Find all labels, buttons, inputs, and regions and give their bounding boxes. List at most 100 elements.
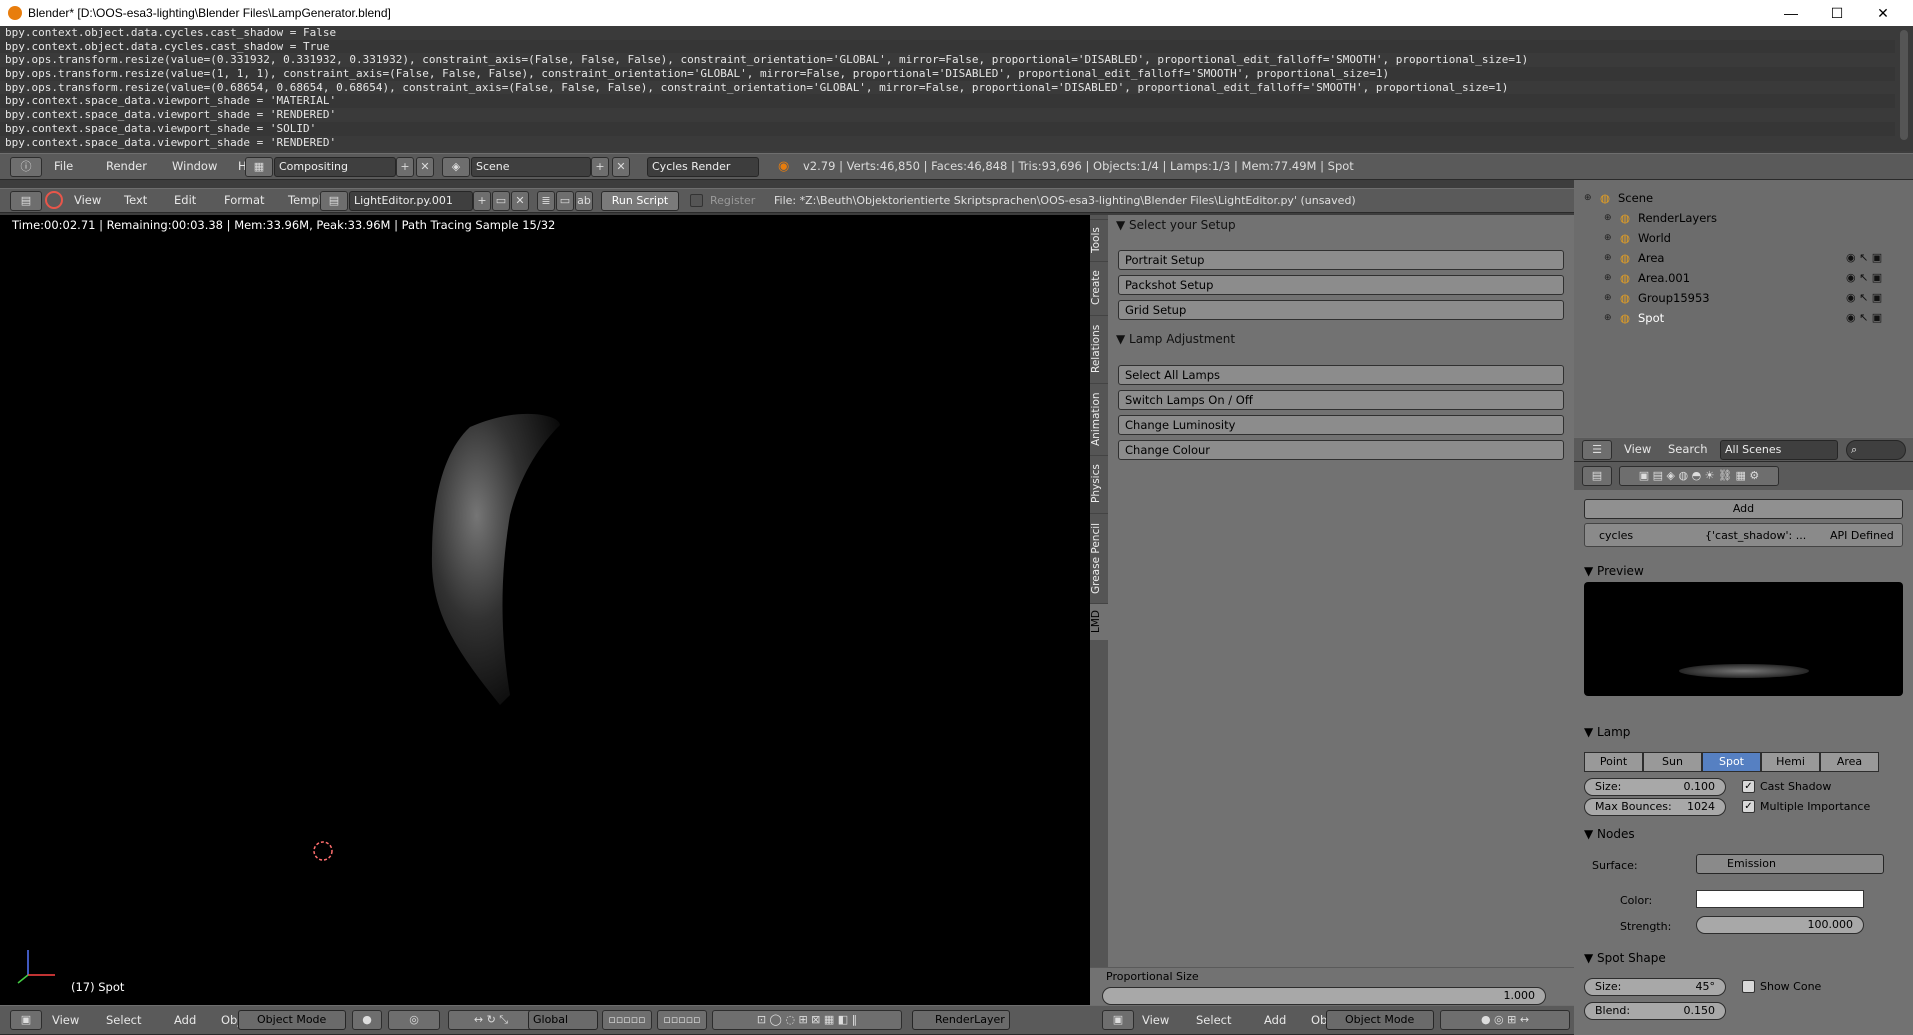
info-menu-render[interactable]: Render	[106, 155, 147, 177]
lamp-type-hemi[interactable]: Hemi	[1761, 752, 1820, 772]
tab-tools[interactable]: Tools	[1090, 219, 1108, 260]
text-browse-icon[interactable]: ▤	[320, 191, 348, 211]
line-numbers-toggle[interactable]: ≣	[537, 191, 555, 211]
remove-scene-button[interactable]: ✕	[612, 157, 630, 177]
viewport-editor-type-icon[interactable]: ▣	[10, 1010, 42, 1030]
info-menu-file[interactable]: File	[54, 155, 73, 177]
expand-icon[interactable]: ⊕	[1584, 188, 1592, 208]
grid-setup-button[interactable]: Grid Setup	[1118, 300, 1564, 320]
text-file-name[interactable]: LightEditor.py.001	[349, 191, 473, 211]
spot-shape-panel-header[interactable]: ▼ Spot Shape	[1584, 951, 1666, 965]
visibility-icons[interactable]: ◉ ↖ ▣	[1846, 268, 1882, 288]
tool-menu-select[interactable]: Select	[1196, 1009, 1231, 1031]
text-menu-format[interactable]: Format	[224, 189, 265, 211]
text-menu-edit[interactable]: Edit	[174, 189, 196, 211]
render-layer-field[interactable]: RenderLayer	[912, 1010, 1010, 1030]
snap-and-proportional-icons[interactable]: ⊡ ◯ ◌ ⊞ ⊠ ▦ ◧ ‖	[712, 1010, 902, 1030]
scene-field[interactable]: Scene	[471, 157, 591, 177]
outliner-editor-type-icon[interactable]: ☰	[1582, 440, 1612, 460]
tool-footer-icons[interactable]: ● ◎ ⊞ ↔	[1440, 1010, 1570, 1030]
outliner-item[interactable]: ⊕ ◍ World	[1574, 228, 1894, 248]
preview-panel-header[interactable]: ▼ Preview	[1584, 564, 1644, 578]
portrait-setup-button[interactable]: Portrait Setup	[1118, 250, 1564, 270]
properties-context-icons[interactable]: ▣ ▤ ◈ ◍ ◓ ☀ ⛓ ▦ ⚙	[1619, 466, 1779, 486]
lamp-type-spot[interactable]: Spot	[1702, 752, 1761, 772]
record-icon[interactable]	[45, 191, 63, 209]
strength-field[interactable]: 100.000	[1696, 916, 1864, 934]
outliner-item[interactable]: ⊕ ◍ Area.001 ◉ ↖ ▣	[1574, 268, 1894, 288]
tab-relations[interactable]: Relations	[1090, 315, 1108, 382]
tab-physics[interactable]: Physics	[1090, 455, 1108, 512]
viewport-menu-select[interactable]: Select	[106, 1009, 141, 1031]
text-menu-view[interactable]: View	[74, 189, 101, 211]
change-luminosity-button[interactable]: Change Luminosity	[1118, 415, 1564, 435]
outliner-filter-select[interactable]: All Scenes	[1720, 440, 1838, 460]
lamp-panel-header[interactable]: ▼ Lamp Adjustment	[1116, 332, 1235, 346]
run-script-button[interactable]: Run Script	[601, 191, 679, 211]
nodes-panel-header[interactable]: ▼ Nodes	[1584, 827, 1635, 841]
blend-field[interactable]: Blend: 0.150	[1584, 1002, 1726, 1020]
add-layout-button[interactable]: +	[396, 157, 414, 177]
pivot-point-icon[interactable]: ◎	[388, 1010, 440, 1030]
python-console[interactable]: bpy.context.object.data.cycles.cast_shad…	[0, 26, 1895, 151]
viewport-menu-view[interactable]: View	[52, 1009, 79, 1031]
screen-layout-icon[interactable]: ▦	[245, 157, 273, 177]
tab-lmd[interactable]: LMD	[1090, 603, 1108, 640]
viewport-shading-icon[interactable]: ●	[352, 1010, 382, 1030]
outliner-item[interactable]: ⊕ ◍ RenderLayers	[1574, 208, 1894, 228]
remove-layout-button[interactable]: ✕	[416, 157, 434, 177]
new-text-button[interactable]: +	[473, 191, 491, 211]
layer-buttons-2[interactable]: ▫▫▫▫▫	[657, 1010, 707, 1030]
cast-shadow-checkbox[interactable]: ✓	[1742, 780, 1755, 793]
outliner-item[interactable]: ⊕ ◍ Scene	[1574, 188, 1894, 208]
switch-lamps-on-off-button[interactable]: Switch Lamps On / Off	[1118, 390, 1564, 410]
expand-icon[interactable]: ⊕	[1604, 308, 1612, 328]
visibility-icons[interactable]: ◉ ↖ ▣	[1846, 288, 1882, 308]
outliner-search-menu[interactable]: Search	[1668, 438, 1708, 460]
properties-editor-type-icon[interactable]: ▤	[1582, 466, 1612, 486]
text-editor-type-icon[interactable]: ▤	[10, 191, 42, 211]
select-all-lamps-button[interactable]: Select All Lamps	[1118, 365, 1564, 385]
surface-select[interactable]: Emission	[1696, 854, 1884, 874]
lamp-type-sun[interactable]: Sun	[1643, 752, 1702, 772]
outliner[interactable]: ⊕ ◍ Scene ⊕ ◍ RenderLayers ⊕ ◍ World ⊕ ◍ Area ◉ ↖ ▣ ⊕…	[1574, 180, 1913, 437]
outliner-view-menu[interactable]: View	[1624, 438, 1651, 460]
tab-grease-pencil[interactable]: Grease Pencil	[1090, 513, 1108, 602]
transform-orientation-select[interactable]: Global	[528, 1010, 598, 1030]
visibility-icons[interactable]: ◉ ↖ ▣	[1846, 248, 1882, 268]
3d-cursor-icon[interactable]	[313, 841, 333, 861]
tool-editor-type-icon[interactable]: ▣	[1102, 1010, 1134, 1030]
tab-animation[interactable]: Animation	[1090, 383, 1108, 454]
maximize-button[interactable]: ☐	[1814, 0, 1860, 26]
outliner-item[interactable]: ⊕ ◍ Spot ◉ ↖ ▣	[1574, 308, 1894, 328]
packshot-setup-button[interactable]: Packshot Setup	[1118, 275, 1564, 295]
add-scene-button[interactable]: +	[591, 157, 609, 177]
editor-type-icon[interactable]: ⓘ	[10, 157, 42, 177]
multiple-importance-checkbox[interactable]: ✓	[1742, 800, 1755, 813]
lamp-panel-header[interactable]: ▼ Lamp	[1584, 725, 1630, 739]
lamp-type-area[interactable]: Area	[1820, 752, 1879, 772]
register-checkbox[interactable]	[690, 194, 703, 207]
change-colour-button[interactable]: Change Colour	[1118, 440, 1564, 460]
tool-mode-select[interactable]: Object Mode	[1326, 1010, 1434, 1030]
viewport-menu-add[interactable]: Add	[174, 1009, 196, 1031]
expand-icon[interactable]: ⊕	[1604, 288, 1612, 308]
lamp-size-field[interactable]: Size: 0.100	[1584, 778, 1726, 796]
expand-icon[interactable]: ⊕	[1604, 208, 1612, 228]
viewport-mode-select[interactable]: Object Mode	[238, 1010, 346, 1030]
outliner-search-input[interactable]: ⌕	[1846, 440, 1906, 460]
close-button[interactable]: ✕	[1860, 0, 1906, 26]
spot-size-field[interactable]: Size: 45°	[1584, 978, 1726, 996]
layer-buttons-1[interactable]: ▫▫▫▫▫	[602, 1010, 652, 1030]
tab-create[interactable]: Create	[1090, 261, 1108, 314]
minimize-button[interactable]: —	[1768, 0, 1814, 26]
lamp-type-point[interactable]: Point	[1584, 752, 1643, 772]
info-menu-window[interactable]: Window	[172, 155, 217, 177]
expand-icon[interactable]: ⊕	[1604, 248, 1612, 268]
add-property-button[interactable]: Add	[1584, 499, 1903, 519]
setup-panel-header[interactable]: ▼ Select your Setup	[1116, 218, 1236, 232]
scene-icon[interactable]: ◈	[442, 157, 470, 177]
console-scrollbar[interactable]	[1895, 26, 1913, 151]
proportional-size-field[interactable]: 1.000	[1102, 987, 1546, 1005]
text-menu-text[interactable]: Text	[124, 189, 147, 211]
